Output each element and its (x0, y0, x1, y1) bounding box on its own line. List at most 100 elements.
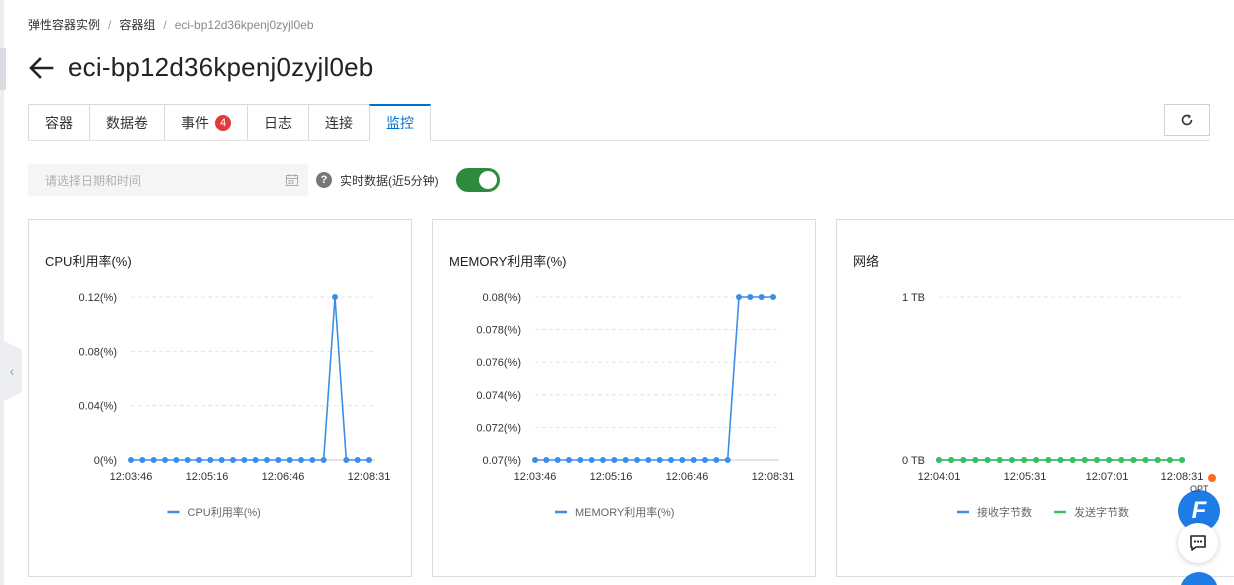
data-point (1106, 457, 1113, 463)
tab-volumes[interactable]: 数据卷 (89, 104, 165, 141)
data-point (588, 457, 595, 463)
y-tick-label: 0.04(%) (78, 401, 117, 413)
data-point (1093, 457, 1100, 463)
data-point (309, 457, 316, 463)
x-tick-label: 12:05:16 (186, 471, 229, 483)
tab-containers[interactable]: 容器 (28, 104, 90, 141)
data-point (634, 457, 640, 463)
toggle-knob (479, 171, 497, 189)
data-point (264, 457, 270, 463)
data-point (366, 457, 372, 463)
breadcrumb-item-eci[interactable]: 弹性容器实例 (28, 16, 100, 33)
data-point (1057, 457, 1064, 463)
y-tick-label: 0.12(%) (78, 292, 117, 304)
chat-button[interactable] (1178, 523, 1218, 563)
tab-logs[interactable]: 日志 (247, 104, 309, 141)
breadcrumb: 弹性容器实例 / 容器组 / eci-bp12d36kpenj0zyjl0eb (28, 16, 314, 33)
data-point (645, 457, 652, 463)
y-tick-label: 0.076(%) (476, 357, 521, 369)
page-title: eci-bp12d36kpenj0zyjl0eb (68, 52, 374, 82)
x-tick-label: 12:05:16 (590, 471, 633, 483)
data-point (566, 457, 572, 463)
data-point (1008, 457, 1015, 463)
memory-chart-card: MEMORY利用率(%) 0.08(%) 0.078(%) 0.076(%) 0.07… (432, 219, 816, 577)
date-time-picker[interactable]: 请选择日期和时间 (28, 164, 308, 196)
y-tick-label: 0 TB (902, 455, 925, 467)
data-point (1166, 457, 1173, 463)
title-row: eci-bp12d36kpenj0zyjl0eb (28, 52, 373, 83)
series-line (535, 296, 773, 461)
sidebar-collapse-handle[interactable]: ‹ (2, 340, 22, 402)
y-tick-label: 1 TB (902, 292, 925, 304)
realtime-label: 实时数据(近5分钟) (340, 174, 439, 188)
float-opt-label: OPT (1190, 484, 1209, 494)
left-nav-indicator (0, 48, 6, 90)
data-point (543, 457, 550, 463)
tab-label: 数据卷 (106, 114, 148, 131)
y-tick-label: 0(%) (94, 455, 117, 467)
y-tick-label: 0.08(%) (78, 346, 117, 358)
data-point (1045, 457, 1052, 463)
data-point (150, 457, 157, 463)
data-point (286, 457, 293, 463)
help-icon[interactable]: ? (316, 172, 332, 188)
data-point (1069, 457, 1076, 463)
data-point (747, 294, 754, 300)
breadcrumb-separator: / (108, 17, 112, 32)
data-point (162, 457, 168, 463)
x-tick-label: 12:05:31 (1004, 471, 1047, 483)
chat-icon (1190, 535, 1206, 551)
realtime-toggle[interactable] (456, 168, 500, 192)
cpu-chart-card: CPU利用率(%) 0.12(%) 0.08(%) 0.04(%) 0(%) 12:03… (28, 219, 412, 577)
data-point (207, 457, 214, 463)
data-point (656, 457, 663, 463)
x-tick-label: 12:07:01 (1086, 471, 1129, 483)
data-point (936, 457, 942, 463)
data-point (770, 294, 776, 300)
x-tick-label: 12:06:46 (666, 471, 709, 483)
data-point (275, 457, 282, 463)
data-point (611, 457, 618, 463)
calendar-icon (286, 174, 298, 186)
tab-connect[interactable]: 连接 (308, 104, 370, 141)
data-point (724, 457, 731, 463)
notification-dot (1208, 474, 1216, 482)
data-point (343, 457, 350, 463)
series-line (131, 296, 369, 461)
y-tick-label: 0.072(%) (476, 422, 521, 434)
tab-label: 事件 (181, 114, 209, 131)
legend-label: MEMORY利用率(%) (575, 505, 674, 519)
network-chart: 1 TB 0 TB 12:04:01 12:05:31 12:07:01 12:08:31… (902, 292, 1203, 519)
data-point (1081, 457, 1088, 463)
data-point (554, 457, 561, 463)
data-point (184, 457, 191, 463)
data-point (702, 457, 708, 463)
data-point (948, 457, 955, 463)
breadcrumb-item-current: eci-bp12d36kpenj0zyjl0eb (174, 17, 314, 32)
x-tick-label: 12:06:46 (262, 471, 305, 483)
data-point (139, 457, 146, 463)
tab-monitoring[interactable]: 监控 (369, 104, 431, 141)
data-point (1179, 457, 1185, 463)
breadcrumb-item-container-group[interactable]: 容器组 (119, 16, 155, 33)
legend-label: 接收字节数 (977, 505, 1032, 519)
data-point (298, 457, 304, 463)
tab-events[interactable]: 事件 4 (164, 104, 248, 141)
data-point (230, 457, 236, 463)
network-chart-card: 网络 1 TB 0 TB 12:04:01 12:05:31 12:07:01 12:08… (836, 219, 1234, 577)
data-point (354, 457, 361, 463)
data-point (196, 457, 202, 463)
back-arrow-icon[interactable] (28, 55, 54, 81)
x-tick-label: 12:08:31 (348, 471, 391, 483)
y-tick-label: 0.07(%) (482, 455, 521, 467)
y-tick-label: 0.08(%) (482, 292, 521, 304)
legend-label: 发送字节数 (1074, 505, 1129, 519)
data-point (332, 294, 338, 300)
data-point (600, 457, 606, 463)
data-point (320, 457, 327, 463)
data-point (1142, 457, 1149, 463)
data-point (972, 457, 979, 463)
refresh-button[interactable] (1164, 104, 1210, 136)
data-point (984, 457, 991, 463)
data-point (960, 457, 967, 463)
